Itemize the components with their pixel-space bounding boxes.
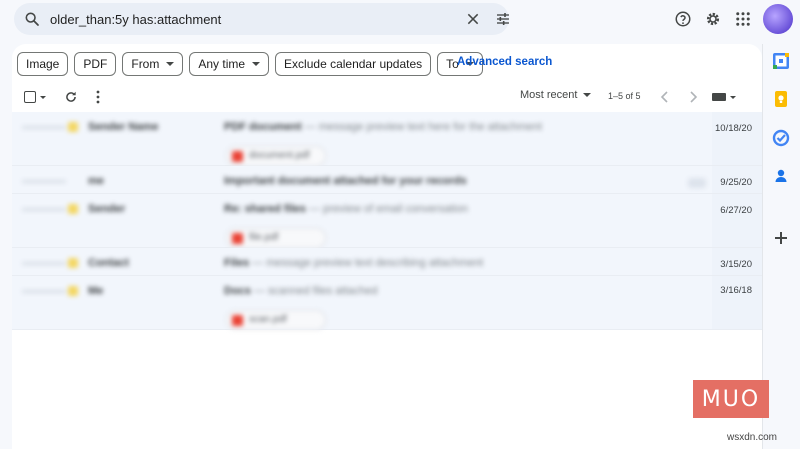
caret-down-icon (252, 62, 261, 66)
email-row-content: Sender Name PDF document — message previ… (12, 112, 712, 166)
label-tag (688, 178, 706, 188)
email-sender: Sender (88, 203, 126, 215)
attachment-chip[interactable]: scan.pdf (226, 310, 326, 330)
select-dropdown-icon[interactable] (40, 96, 46, 99)
email-row[interactable]: Me Docs — scanned files attached scan.pd… (12, 276, 762, 330)
attachment-name: file.pdf (249, 232, 279, 243)
email-sender: Me (88, 285, 104, 297)
pdf-icon (232, 151, 243, 162)
email-row[interactable]: Contact Files — message preview text des… (12, 248, 762, 276)
email-subject: PDF document — message preview text here… (224, 121, 542, 133)
advanced-search-link[interactable]: Advanced search (457, 56, 552, 68)
attachment-name: document.pdf (249, 150, 310, 161)
keep-icon[interactable] (772, 90, 790, 108)
email-date: 6/27/20 (720, 205, 752, 216)
help-icon[interactable] (674, 10, 692, 28)
email-sender: me (88, 175, 104, 187)
chevron-left-icon[interactable] (660, 91, 670, 103)
pdf-icon (232, 315, 243, 326)
chip-exclude-calendar[interactable]: Exclude calendar updates (275, 52, 432, 76)
email-date: 3/16/18 (720, 285, 752, 296)
logo-text: MUO (701, 386, 761, 412)
sort-label: Most recent (520, 89, 578, 101)
email-subject: Re: shared files — preview of email conv… (224, 203, 468, 215)
email-row-content: Sender Re: shared files — preview of ema… (12, 194, 712, 248)
row-controls (22, 262, 66, 265)
avatar[interactable] (763, 4, 793, 34)
apps-grid-icon[interactable] (734, 10, 752, 28)
filter-chips: Image PDF From Any time Exclude calendar… (17, 52, 489, 76)
sort-dropdown[interactable]: Most recent (520, 89, 592, 101)
search-bar[interactable] (14, 3, 509, 35)
chip-image[interactable]: Image (17, 52, 69, 76)
gear-icon[interactable] (704, 10, 722, 28)
chip-label: Image (26, 57, 60, 71)
search-input[interactable] (50, 9, 440, 29)
chip-label: Any time (198, 57, 246, 71)
email-row-content: me Important document attached for your … (12, 166, 712, 193)
email-row-content: Me Docs — scanned files attached scan.pd… (12, 276, 712, 330)
email-date: 3/15/20 (720, 259, 752, 270)
calendar-icon[interactable] (772, 52, 790, 70)
row-controls (22, 208, 66, 211)
email-row-content: Contact Files — message preview text des… (12, 248, 712, 275)
muo-logo: MUO (693, 380, 769, 418)
contacts-icon[interactable] (772, 167, 790, 185)
pdf-icon (232, 233, 243, 244)
email-row[interactable]: me Important document attached for your … (12, 166, 762, 194)
attachment-chip[interactable]: file.pdf (226, 228, 326, 248)
close-icon[interactable] (466, 12, 480, 26)
star-icon[interactable] (68, 286, 78, 296)
chip-from[interactable]: From (122, 52, 184, 76)
search-options-icon[interactable] (495, 11, 511, 27)
list-toolbar: Most recent 1–5 of 5 (12, 86, 762, 110)
email-sender: Contact (88, 257, 129, 269)
chip-label: From (131, 57, 160, 71)
star-icon[interactable] (68, 204, 78, 214)
attachment-chip[interactable]: document.pdf (226, 146, 326, 166)
keyboard-icon[interactable] (712, 93, 726, 101)
refresh-icon[interactable] (64, 90, 78, 104)
tasks-icon[interactable] (772, 129, 790, 147)
caret-down-icon (583, 93, 592, 97)
email-date: 9/25/20 (720, 177, 752, 188)
chip-pdf[interactable]: PDF (74, 52, 117, 76)
email-list: Sender Name PDF document — message previ… (12, 112, 762, 330)
email-subject: Docs — scanned files attached (224, 285, 378, 297)
more-vert-icon[interactable] (92, 89, 104, 105)
email-subject: Important document attached for your rec… (224, 175, 467, 187)
select-all-checkbox[interactable] (24, 91, 36, 103)
date-column (712, 194, 762, 247)
star-icon[interactable] (68, 122, 78, 132)
attachment-name: scan.pdf (249, 314, 287, 325)
email-date: 10/18/20 (715, 123, 752, 134)
row-controls (22, 290, 66, 293)
email-row[interactable]: Sender Re: shared files — preview of ema… (12, 194, 762, 248)
chip-label: Exclude calendar updates (284, 57, 423, 71)
date-column (712, 112, 762, 165)
search-icon[interactable] (24, 11, 40, 27)
chevron-right-icon[interactable] (688, 91, 698, 103)
star-icon[interactable] (68, 258, 78, 268)
email-row[interactable]: Sender Name PDF document — message previ… (12, 112, 762, 166)
main-panel: Image PDF From Any time Exclude calendar… (12, 44, 762, 449)
caret-down-icon (166, 62, 175, 66)
row-controls (22, 126, 66, 129)
chip-label: PDF (83, 57, 108, 71)
date-column (712, 276, 762, 329)
pagination-range: 1–5 of 5 (608, 91, 641, 101)
chip-any-time[interactable]: Any time (189, 52, 270, 76)
row-controls (22, 180, 66, 183)
email-sender: Sender Name (88, 121, 159, 133)
email-subject: Files — message preview text describing … (224, 257, 484, 269)
site-watermark: wsxdn.com (727, 432, 778, 443)
plus-icon[interactable] (772, 229, 790, 247)
caret-down-icon[interactable] (730, 96, 736, 99)
